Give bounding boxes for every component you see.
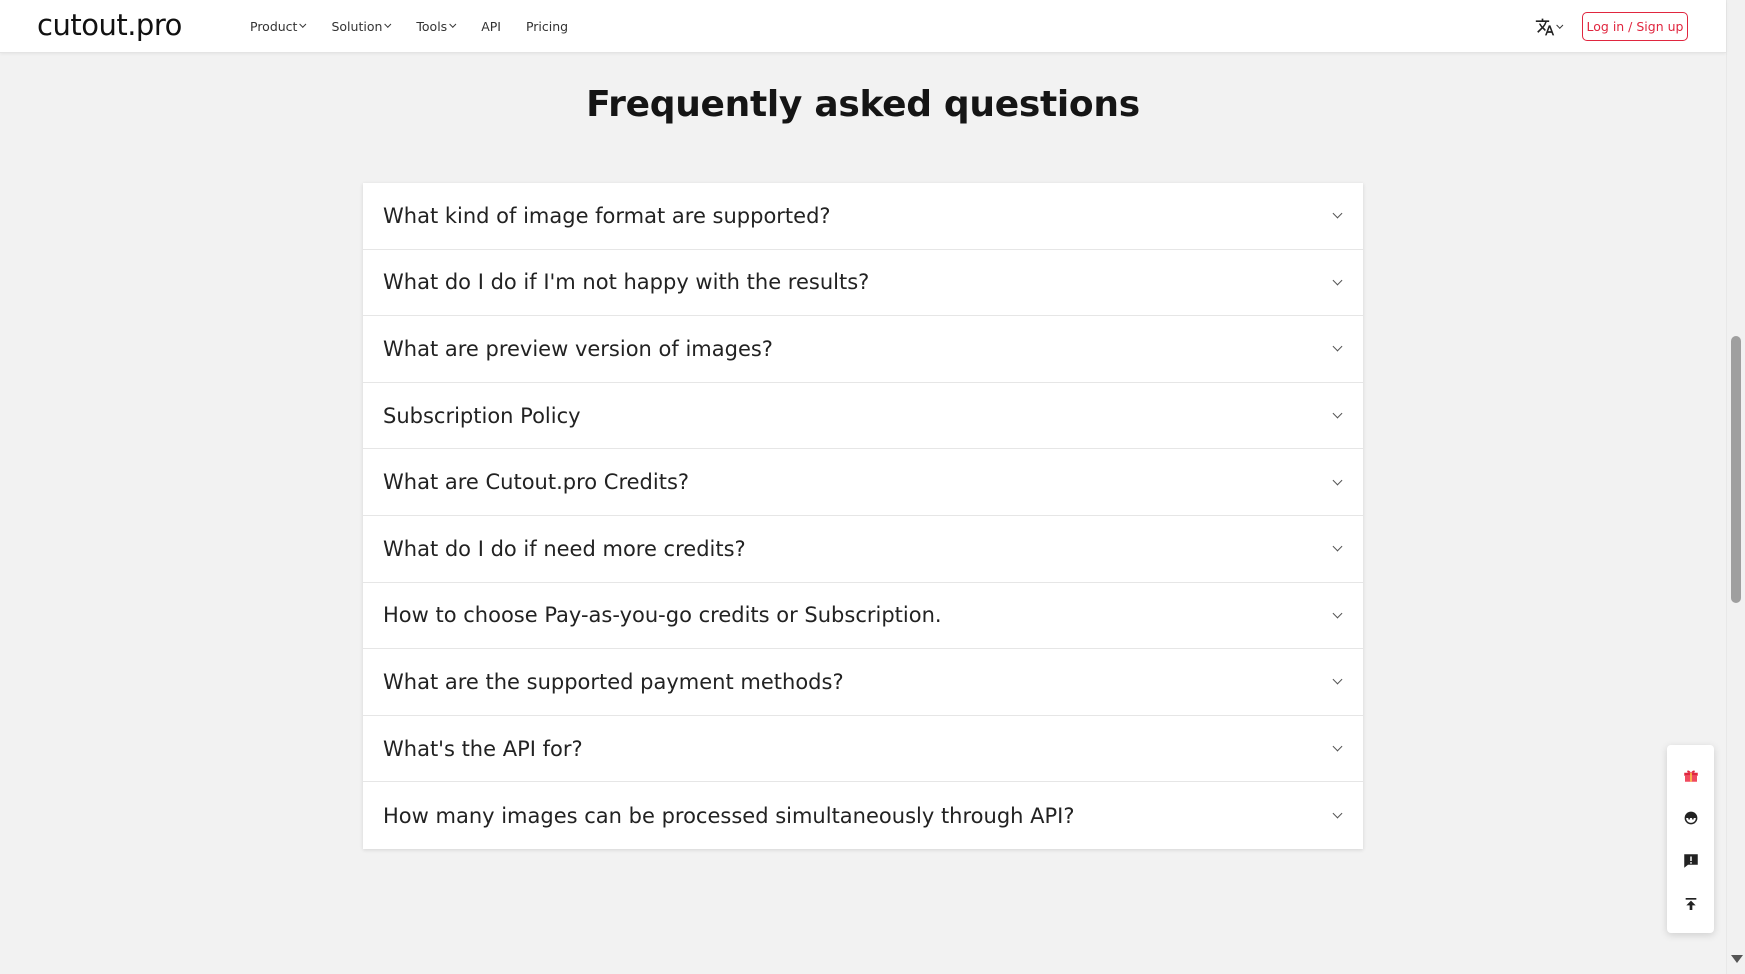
chevron-down-icon [1332,741,1343,752]
faq-question: What do I do if I'm not happy with the r… [383,270,870,295]
translate-icon [1535,18,1555,36]
gift-button[interactable] [1676,760,1706,790]
gift-icon [1683,769,1698,782]
faq-question: How to choose Pay-as-you-go credits or S… [383,603,942,628]
faq-question: What do I do if need more credits? [383,536,746,561]
chevron-down-icon [1332,675,1343,685]
nav-tools-label: Tools [416,19,448,34]
faq-question: What are preview version of images? [383,336,773,361]
nav-api-label: API [481,19,501,34]
scrollbar-thumb[interactable] [1731,336,1741,603]
customer-service-button[interactable] [1676,803,1706,833]
back-to-top-button[interactable] [1676,889,1706,919]
faq-item[interactable]: How to choose Pay-as-you-go credits or S… [363,583,1363,650]
nav-product-label: Product [250,19,298,34]
cutout-logo[interactable]: cutout.pro [37,8,182,42]
faq-item[interactable]: What do I do if need more credits? [363,516,1363,583]
faq-item[interactable]: What's the API for? [363,716,1363,783]
nav-pricing[interactable]: Pricing [526,19,568,34]
faq-item[interactable]: What are Cutout.pro Credits? [363,449,1363,516]
faq-item[interactable]: What are the supported payment methods? [363,649,1363,716]
chevron-down-icon [1332,608,1343,619]
nav-api[interactable]: API [481,19,501,34]
chevron-down-icon [384,20,392,28]
top-navbar: cutout.pro Product Solution Tools API Pr… [0,0,1726,53]
language-switcher[interactable] [1535,16,1564,38]
back-to-top-icon [1685,897,1696,910]
chevron-down-icon [1332,275,1343,286]
chevron-down-icon [1332,342,1343,352]
chevron-down-icon [1332,475,1343,486]
chevron-down-icon [449,20,457,28]
page-scrollbar[interactable] [1726,0,1745,974]
faq-question: What's the API for? [383,736,583,761]
feedback-icon [1683,853,1698,868]
faq-question: What are the supported payment methods? [383,669,844,694]
faq-question: Subscription Policy [383,403,581,428]
chevron-down-icon [1332,541,1343,552]
faq-item[interactable]: What kind of image format are supported? [363,183,1363,250]
customer-service-icon [1684,811,1697,824]
nav-links: Product Solution Tools API Pricing [250,0,593,53]
faq-item[interactable]: What do I do if I'm not happy with the r… [363,250,1363,317]
faq-item[interactable]: How many images can be processed simulta… [363,782,1363,849]
nav-tools[interactable]: Tools [416,19,457,34]
chevron-down-icon [1332,408,1343,419]
faq-item[interactable]: Subscription Policy [363,383,1363,450]
chevron-down-icon [1556,21,1564,29]
faq-accordion: What kind of image format are supported?… [363,183,1363,849]
nav-pricing-label: Pricing [525,19,569,34]
floating-side-panel [1667,745,1714,933]
faq-item[interactable]: What are preview version of images? [363,316,1363,383]
nav-solution[interactable]: Solution [331,19,392,34]
chevron-down-icon [1332,808,1343,819]
nav-product[interactable]: Product [250,19,307,34]
scroll-down-arrow-icon[interactable] [1731,955,1743,963]
chevron-down-icon [1332,208,1343,219]
feedback-button[interactable] [1676,846,1706,876]
faq-title: Frequently asked questions [586,84,1140,125]
chevron-down-icon [299,20,307,28]
faq-question: How many images can be processed simulta… [383,803,1075,828]
faq-question: What kind of image format are supported? [383,203,831,228]
login-signup-button[interactable]: Log in / Sign up [1582,12,1688,41]
faq-question: What are Cutout.pro Credits? [383,470,690,495]
nav-solution-label: Solution [331,19,383,34]
